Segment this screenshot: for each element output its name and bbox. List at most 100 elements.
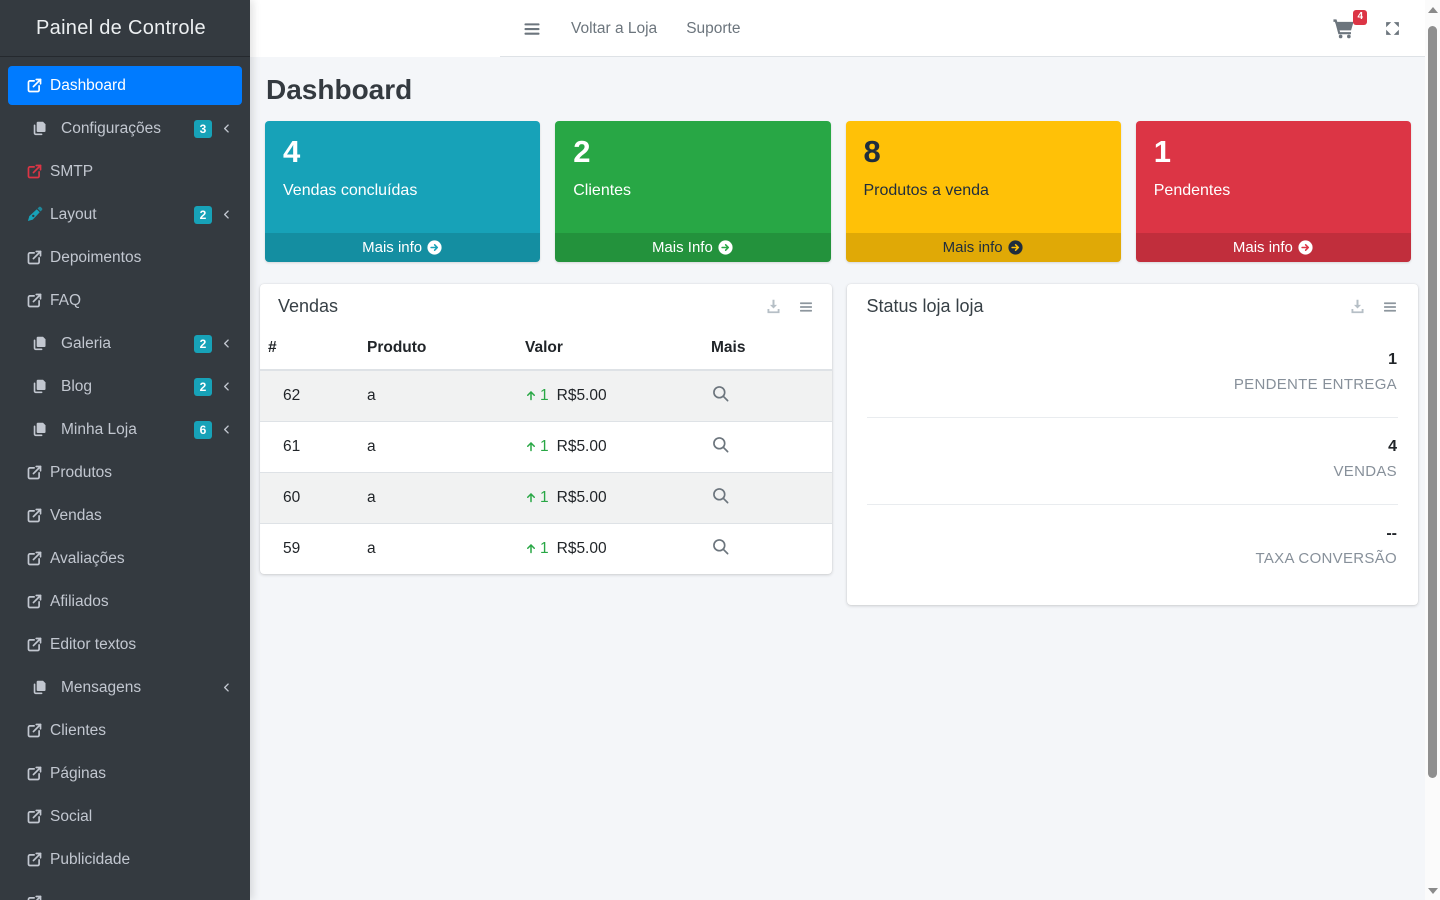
cart-count-badge: 4 [1353, 10, 1367, 25]
sidebar-item-label: Editor textos [50, 636, 136, 654]
sidebar-item-label: Dashboard [50, 77, 126, 95]
row-produto: a [359, 370, 517, 422]
sidebar-item[interactable]: Publicidade [8, 840, 242, 879]
external-link-icon [25, 464, 43, 482]
sidebar-item[interactable]: Dashboard [8, 66, 242, 105]
cart-icon[interactable]: 4 [1332, 17, 1355, 40]
sidebar-item[interactable]: Afiliados [8, 582, 242, 621]
copy-icon [30, 335, 48, 353]
sidebar-item-label: FAQ [50, 292, 81, 310]
more-info-link[interactable]: Mais info [265, 233, 540, 262]
chevron-left-icon [221, 122, 232, 135]
search-icon[interactable] [711, 435, 730, 454]
stat-label: VENDAS [868, 463, 1398, 480]
sidebar-item-label: Avaliações [50, 550, 125, 568]
sidebar-item[interactable]: Blog 2 [8, 367, 242, 406]
sidebar-item-label: Vendas [50, 507, 102, 525]
stat-label: PENDENTE ENTREGA [868, 376, 1398, 393]
row-valor: 1R$5.00 [517, 422, 703, 473]
arrow-up-icon [525, 542, 537, 555]
download-icon[interactable] [1349, 298, 1366, 315]
more-info-link[interactable]: Mais info [1136, 233, 1411, 262]
sidebar-item-label: Afiliados [50, 593, 109, 611]
sidebar-item[interactable]: Avaliações [8, 539, 242, 578]
row-id: 60 [260, 473, 359, 524]
stat-value: 4 [868, 438, 1398, 456]
sidebar-item[interactable] [8, 883, 242, 900]
external-link-icon [25, 851, 43, 869]
brand-title: Painel de Controle [0, 0, 250, 57]
expand-arrows-icon[interactable] [1384, 20, 1401, 37]
info-box: 2 Clientes Mais Info [555, 121, 830, 262]
sidebar-item-label: Social [50, 808, 92, 826]
stat-value: 1 [868, 351, 1398, 369]
search-icon[interactable] [711, 384, 730, 403]
sidebar-item[interactable]: Páginas [8, 754, 242, 793]
count-badge: 3 [194, 120, 212, 138]
scroll-down-arrow[interactable] [1428, 888, 1438, 894]
sidebar-item[interactable]: Clientes [8, 711, 242, 750]
status-card: Status loja loja [847, 284, 1419, 605]
navbar-links: Voltar a Loja Suporte [571, 20, 740, 38]
vendas-table: # Produto Valor Mais 62 a [260, 327, 832, 574]
external-link-icon [25, 722, 43, 740]
copy-icon [30, 421, 48, 439]
chevron-left-icon [221, 208, 232, 221]
sidebar-item[interactable]: Depoimentos [8, 238, 242, 277]
navbar-link[interactable]: Suporte [686, 20, 740, 38]
info-box-label: Produtos a venda [864, 182, 1103, 200]
more-info-link[interactable]: Mais Info [555, 233, 830, 262]
external-link-icon [25, 77, 43, 95]
column-header: Valor [517, 327, 703, 370]
info-box-value: 4 [283, 134, 522, 170]
more-info-link[interactable]: Mais info [846, 233, 1121, 262]
row-valor: 1R$5.00 [517, 524, 703, 575]
copy-icon [30, 120, 48, 138]
sidebar-item-label: Minha Loja [61, 421, 137, 439]
sidebar-item-label: Galeria [61, 335, 111, 353]
column-header: Mais [703, 327, 832, 370]
sidebar-nav: Dashboard Configurações 3 [0, 57, 250, 900]
pen-nib-icon [25, 206, 43, 224]
sidebar-item[interactable]: Produtos [8, 453, 242, 492]
sidebar-item[interactable]: Layout 2 [8, 195, 242, 234]
info-box-value: 8 [864, 134, 1103, 170]
sidebar-item[interactable]: SMTP [8, 152, 242, 191]
sidebar-item[interactable]: Minha Loja 6 [8, 410, 242, 449]
navbar-link[interactable]: Voltar a Loja [571, 20, 657, 38]
sidebar-item[interactable]: Mensagens [8, 668, 242, 707]
chevron-left-icon [221, 337, 232, 350]
search-icon[interactable] [711, 537, 730, 556]
search-icon[interactable] [711, 486, 730, 505]
row-id: 59 [260, 524, 359, 575]
scrollbar-thumb[interactable] [1428, 26, 1437, 778]
sidebar-item-label: Configurações [61, 120, 161, 138]
count-badge: 2 [194, 335, 212, 353]
download-icon[interactable] [765, 298, 782, 315]
external-link-icon [25, 163, 43, 181]
menu-icon[interactable] [522, 19, 542, 39]
external-link-icon [25, 249, 43, 267]
scroll-up-arrow[interactable] [1428, 7, 1438, 13]
info-box-label: Vendas concluídas [283, 182, 522, 200]
sidebar-item[interactable]: Social [8, 797, 242, 836]
sidebar-item-label: Blog [61, 378, 92, 396]
info-box-value: 2 [573, 134, 812, 170]
stat-item: 4 VENDAS [867, 417, 1399, 504]
bars-icon[interactable] [1382, 299, 1398, 315]
sidebar-item[interactable]: FAQ [8, 281, 242, 320]
arrow-circle-right-icon [426, 239, 443, 256]
bars-icon[interactable] [798, 299, 814, 315]
arrow-up-icon [525, 389, 537, 402]
count-badge: 2 [194, 206, 212, 224]
valor-amount: R$5.00 [557, 489, 607, 506]
copy-icon [30, 679, 48, 697]
sidebar-item[interactable]: Editor textos [8, 625, 242, 664]
vendas-table-header: # Produto Valor Mais [260, 327, 832, 370]
row-produto: a [359, 473, 517, 524]
valor-amount: R$5.00 [557, 438, 607, 455]
table-row: 62 a 1R$5.00 [260, 370, 832, 422]
sidebar-item[interactable]: Configurações 3 [8, 109, 242, 148]
sidebar-item[interactable]: Galeria 2 [8, 324, 242, 363]
sidebar-item[interactable]: Vendas [8, 496, 242, 535]
